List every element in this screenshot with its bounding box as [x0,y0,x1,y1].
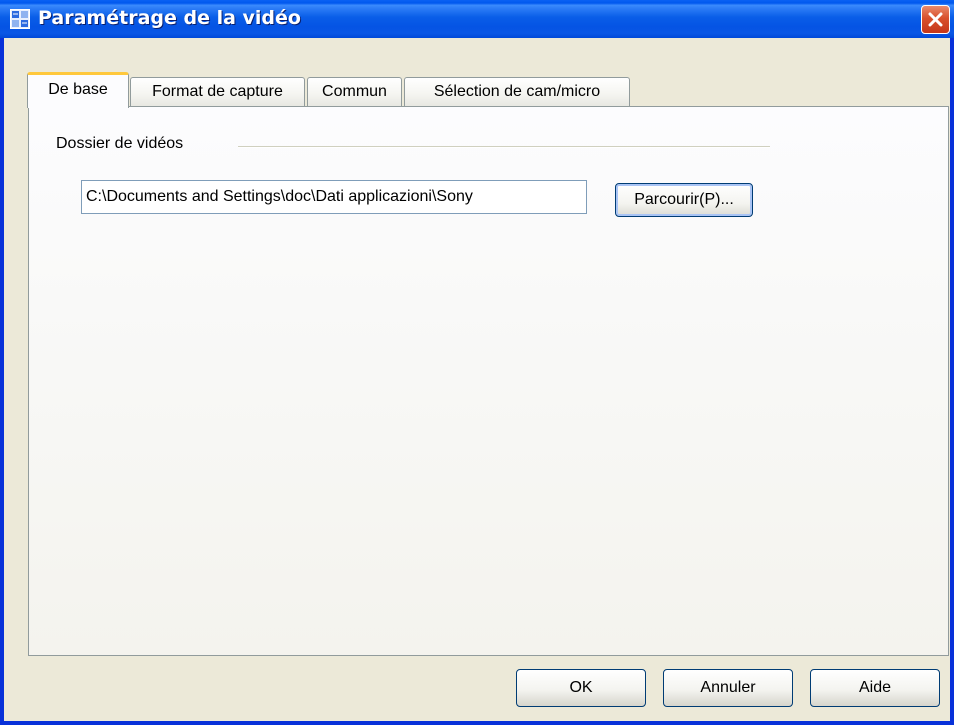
video-settings-icon [10,9,30,29]
help-button[interactable]: Aide [810,669,940,707]
group-divider [238,146,770,148]
tab-selection-cam-micro[interactable]: Sélection de cam/micro [404,77,630,107]
video-folder-path-input[interactable] [81,180,587,214]
tab-format-de-capture[interactable]: Format de capture [130,77,305,107]
title-bar[interactable]: Paramétrage de la vidéo [0,0,954,38]
ok-button[interactable]: OK [516,669,646,707]
tab-commun[interactable]: Commun [307,77,402,107]
tab-de-base[interactable]: De base [27,72,129,108]
window-title: Paramétrage de la vidéo [38,7,301,29]
browse-button[interactable]: Parcourir(P)... [615,183,753,217]
tab-panel: Dossier de vidéos Parcourir(P)... [28,106,949,656]
dialog-window: Paramétrage de la vidéo De base Format d… [0,0,954,725]
cancel-button[interactable]: Annuler [663,669,793,707]
video-folder-label: Dossier de vidéos [56,135,184,152]
close-button[interactable] [921,5,950,34]
